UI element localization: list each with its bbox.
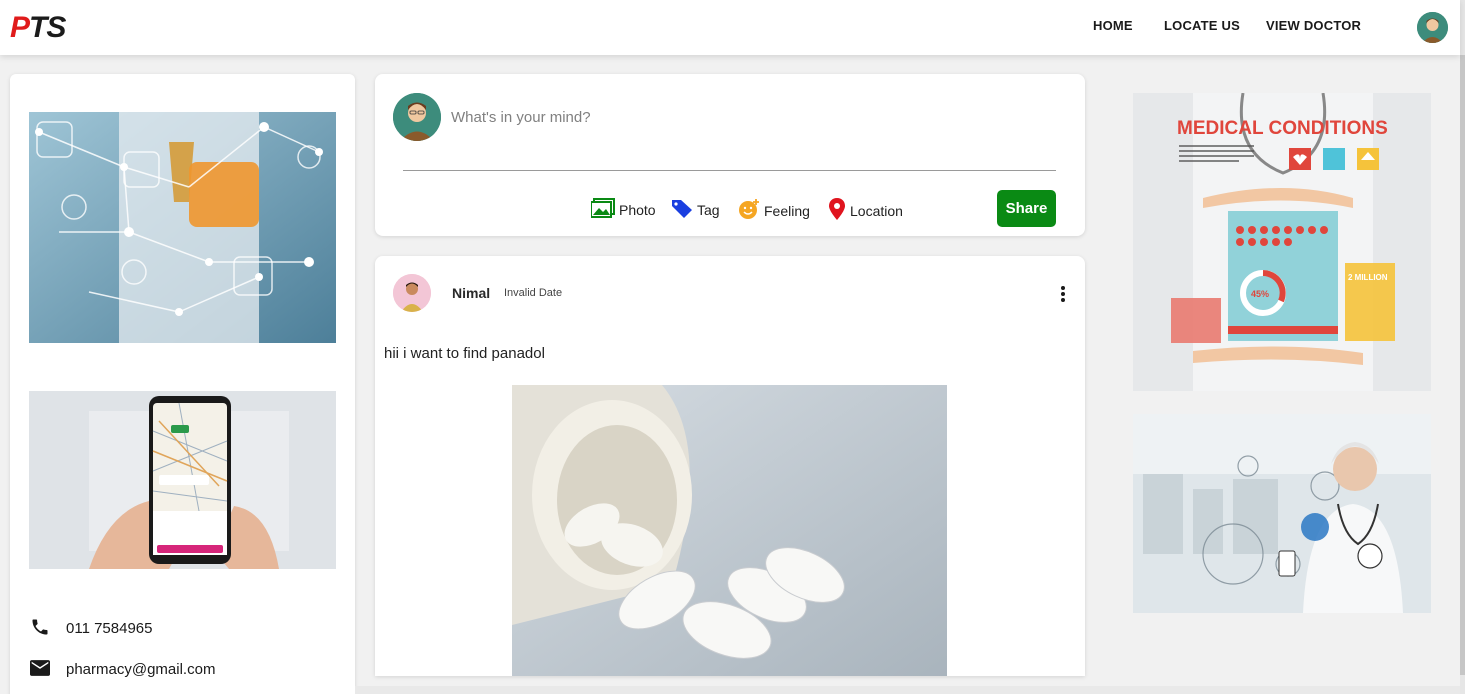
feeling-label: Feeling [764, 202, 810, 219]
nav-home-link[interactable]: HOME [1093, 18, 1133, 33]
iot-healthcare-image [29, 112, 336, 343]
page-bottom-edge [355, 686, 1460, 694]
map-app-phone-image [29, 391, 336, 569]
ad-percent-label: 45% [1251, 289, 1269, 299]
mail-icon [30, 660, 52, 680]
location-pin-icon [828, 198, 846, 223]
tag-button[interactable]: Tag [671, 198, 720, 221]
contact-email: pharmacy@gmail.com [30, 660, 215, 680]
composer-divider [403, 170, 1056, 171]
composer-avatar [393, 93, 441, 141]
feeling-button[interactable]: Feeling [738, 198, 810, 223]
contact-phone-text: 011 7584965 [66, 619, 153, 637]
page-scrollbar-thumb[interactable] [1460, 55, 1465, 675]
post-author-avatar[interactable] [393, 274, 431, 312]
logo-letters-ts: TS [29, 11, 66, 44]
post-composer: Photo Tag Feeling Location Share [375, 74, 1085, 236]
whats-on-your-mind-input[interactable] [451, 106, 1051, 128]
medical-conditions-title: MEDICAL CONDITIONS [1177, 118, 1388, 139]
doctor-technology-image[interactable] [1133, 414, 1431, 613]
contact-email-text[interactable]: pharmacy@gmail.com [66, 661, 215, 678]
post-text: hii i want to find panadol [384, 345, 545, 362]
feeling-icon [738, 198, 760, 223]
logo-letter-p: P [10, 11, 30, 44]
phone-icon [30, 617, 52, 641]
location-button[interactable]: Location [828, 198, 903, 223]
location-label: Location [850, 202, 903, 219]
nav-view-doctor-link[interactable]: VIEW DOCTOR [1266, 18, 1361, 33]
photo-button[interactable]: Photo [590, 198, 656, 221]
share-button[interactable]: Share [997, 190, 1056, 227]
contact-phone: 011 7584965 [30, 617, 152, 641]
post-pills-image[interactable] [512, 385, 947, 676]
pts-logo[interactable]: PTS [10, 11, 66, 44]
nav-locate-us-link[interactable]: LOCATE US [1164, 18, 1240, 33]
photo-icon [590, 198, 615, 221]
feed-post: Nimal Invalid Date hii i want to find pa… [375, 256, 1085, 676]
user-avatar[interactable] [1417, 12, 1448, 43]
post-author-name[interactable]: Nimal [452, 285, 490, 301]
more-vertical-icon[interactable] [1057, 284, 1069, 304]
top-navbar: PTS HOME LOCATE US VIEW DOCTOR [0, 0, 1460, 55]
tag-label: Tag [697, 201, 720, 218]
photo-label: Photo [619, 201, 656, 218]
medical-conditions-ad-image[interactable]: MEDICAL CONDITIONS 45% 2 MILLION [1133, 93, 1431, 391]
post-date: Invalid Date [504, 287, 563, 299]
tag-icon [671, 198, 693, 221]
ad-million-label: 2 MILLION [1348, 273, 1388, 282]
